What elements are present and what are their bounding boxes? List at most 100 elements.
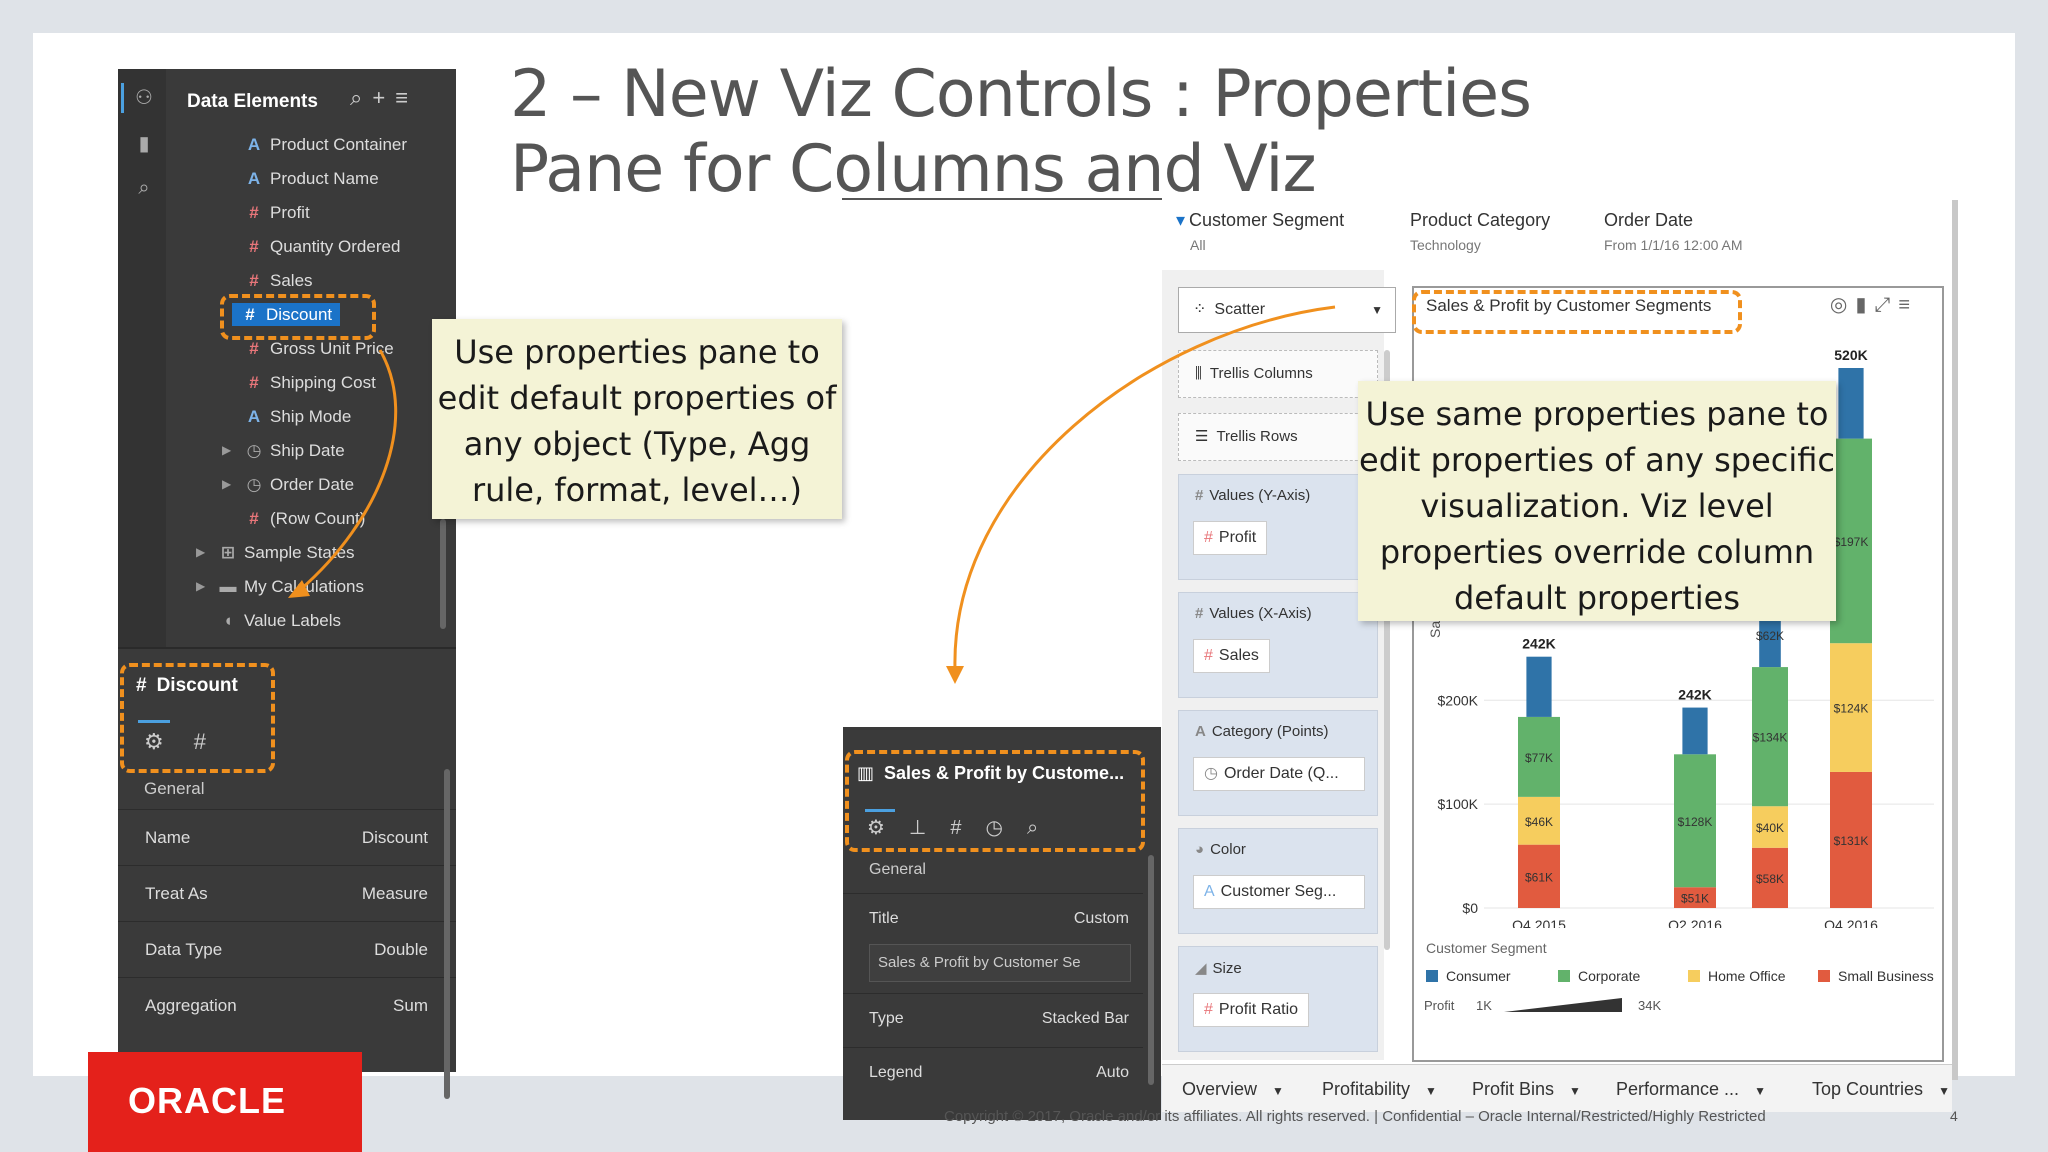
- tree-item[interactable]: # Sales: [244, 265, 313, 297]
- tree-item-label: Sales: [270, 271, 313, 290]
- data-icon[interactable]: ⚇: [132, 85, 156, 109]
- legend-item-small-business[interactable]: Small Business: [1818, 968, 1934, 984]
- drop-title: # Values (X-Axis): [1195, 605, 1312, 622]
- expand-arrow-icon[interactable]: ▶: [196, 545, 205, 559]
- add-icon[interactable]: +: [372, 85, 395, 110]
- props-scrollbar[interactable]: [444, 769, 450, 1099]
- tree-item[interactable]: # Profit: [244, 197, 309, 229]
- tree-item[interactable]: # Quantity Ordered: [244, 231, 400, 263]
- section-general: General: [144, 779, 205, 798]
- measure-icon: #: [249, 509, 259, 528]
- prop-value[interactable]: Double: [374, 940, 428, 960]
- legend-item-corporate[interactable]: Corporate: [1558, 968, 1640, 984]
- prop-row-type[interactable]: Type Stacked Bar: [843, 993, 1143, 1043]
- drop-label: Trellis Columns: [1209, 365, 1313, 382]
- prop-row-data-type[interactable]: Data Type Double: [118, 921, 456, 977]
- x-tick-label: Q4 2016: [1824, 917, 1878, 928]
- tree-item[interactable]: A Ship Mode: [244, 401, 351, 433]
- profit-pill[interactable]: # Profit: [1193, 521, 1268, 555]
- title-input[interactable]: Sales & Profit by Customer Se: [869, 944, 1131, 982]
- analytics-icon[interactable]: ⌕: [132, 177, 156, 201]
- tree-item[interactable]: ◷ Ship Date: [244, 435, 345, 467]
- pill-label: Sales: [1218, 647, 1259, 664]
- tab-performance[interactable]: Performance ... ▼: [1616, 1079, 1766, 1100]
- x-axis-drop[interactable]: # Values (X-Axis) # Sales: [1178, 592, 1378, 698]
- prop-value[interactable]: Custom: [1074, 910, 1129, 928]
- viz-type-label: Scatter: [1214, 301, 1266, 318]
- tree-item-label: Product Container: [270, 135, 408, 154]
- prop-value[interactable]: Discount: [362, 828, 428, 848]
- customer-segment-pill[interactable]: A Customer Seg...: [1193, 875, 1365, 909]
- filter-customer-segment[interactable]: ▾ Customer Segment All: [1176, 210, 1344, 253]
- visualizations-icon[interactable]: ▮: [132, 131, 156, 155]
- trellis-rows-drop[interactable]: ☰ Trellis Rows: [1178, 413, 1378, 461]
- tab-overview[interactable]: Overview ▼: [1182, 1079, 1284, 1100]
- profit-ratio-pill[interactable]: # Profit Ratio: [1193, 993, 1310, 1027]
- category-drop[interactable]: A Category (Points) ◷ Order Date (Q...: [1178, 710, 1378, 816]
- prop-row-legend[interactable]: Legend Auto: [843, 1047, 1143, 1097]
- tree-item[interactable]: A Product Name: [244, 163, 379, 195]
- legend-swatch: [1558, 970, 1570, 982]
- oracle-logo: ORACLE: [88, 1052, 362, 1152]
- prop-value[interactable]: Sum: [393, 996, 428, 1016]
- filter-product-category[interactable]: Product Category Technology: [1410, 210, 1550, 253]
- tree-item[interactable]: A Product Container: [244, 129, 407, 161]
- viz-props-scrollbar[interactable]: [1148, 855, 1154, 1085]
- title-line-2: Pane for Columns and Viz: [510, 132, 1317, 207]
- tab-profit-bins[interactable]: Profit Bins ▼: [1472, 1079, 1581, 1100]
- tag-icon: ◖: [222, 611, 234, 630]
- data-elements-header: Data Elements: [187, 91, 318, 112]
- tree-scrollbar[interactable]: [440, 519, 446, 629]
- prop-value[interactable]: Measure: [362, 884, 428, 904]
- highlight-discount-item: [220, 294, 376, 340]
- tree-item[interactable]: ◷ Order Date: [244, 469, 355, 501]
- side-rail: ⚇ ▮ ⌕: [118, 69, 166, 649]
- clock-icon: ◷: [1204, 765, 1218, 782]
- size-drop[interactable]: ◢ Size # Profit Ratio: [1178, 946, 1378, 1052]
- slide-title: 2 – New Viz Controls : Properties Pane f…: [510, 57, 1532, 207]
- prop-key: Aggregation: [145, 996, 237, 1015]
- y-axis-drop[interactable]: # Values (Y-Axis) # Profit: [1178, 474, 1378, 580]
- data-label: $134K: [1753, 731, 1788, 745]
- expand-arrow-icon[interactable]: ▶: [196, 579, 205, 593]
- prop-row-aggregation[interactable]: Aggregation Sum: [118, 977, 456, 1033]
- color-drop[interactable]: ◕ Color A Customer Seg...: [1178, 828, 1378, 934]
- prop-value[interactable]: Stacked Bar: [1042, 1010, 1129, 1028]
- filter-label: Order Date: [1604, 210, 1694, 230]
- drop-label: Color: [1210, 841, 1246, 858]
- tree-item[interactable]: ▬ My Calculations: [218, 571, 365, 603]
- total-label: 242K: [1678, 687, 1711, 703]
- tree-item[interactable]: ⊞ Sample States: [218, 537, 355, 569]
- tab-label: Top Countries: [1812, 1079, 1924, 1099]
- sales-pill[interactable]: # Sales: [1193, 639, 1270, 673]
- filter-bar: ▾ Customer Segment All Product Category Tec…: [1170, 210, 1950, 270]
- folder-icon: ▬: [219, 577, 237, 596]
- order-date-pill[interactable]: ◷ Order Date (Q...: [1193, 757, 1365, 791]
- tree-item[interactable]: # (Row Count): [244, 503, 365, 535]
- tab-profitability[interactable]: Profitability ▼: [1322, 1079, 1437, 1100]
- prop-row-name[interactable]: Name Discount: [118, 809, 456, 865]
- filter-order-date[interactable]: Order Date From 1/1/16 12:00 AM: [1604, 210, 1743, 253]
- expand-arrow-icon[interactable]: ▶: [222, 443, 231, 457]
- highlight-chart-title: [1412, 290, 1742, 334]
- legend-item-consumer[interactable]: Consumer: [1426, 968, 1511, 984]
- viz-type-select[interactable]: ⁘ Scatter ▼: [1178, 287, 1396, 333]
- prop-row-treat-as[interactable]: Treat As Measure: [118, 865, 456, 921]
- canvas-tabs: Overview ▼ Profitability ▼ Profit Bins ▼…: [1162, 1064, 1952, 1112]
- prop-value[interactable]: Auto: [1096, 1064, 1129, 1082]
- tree-item[interactable]: # Shipping Cost: [244, 367, 376, 399]
- title-line-1: 2 – New Viz Controls : Properties: [510, 57, 1532, 132]
- legend-item-home-office[interactable]: Home Office: [1688, 968, 1786, 984]
- slide-number: 4: [1950, 1108, 1958, 1124]
- expand-arrow-icon[interactable]: ▶: [222, 477, 231, 491]
- table-icon: ⊞: [220, 543, 236, 562]
- drop-title: A Category (Points): [1195, 723, 1329, 740]
- menu-icon[interactable]: ≡: [395, 85, 418, 110]
- search-icon[interactable]: ⌕: [350, 85, 372, 110]
- visualization-canvas: ▾ Customer Segment All Product Category Tec…: [1162, 200, 1958, 1112]
- data-label: $77K: [1525, 751, 1553, 765]
- tab-top-countries[interactable]: Top Countries ▼: [1812, 1079, 1950, 1100]
- hash-icon: #: [1195, 487, 1204, 504]
- trellis-columns-drop[interactable]: ⫼ Trellis Columns: [1178, 350, 1378, 398]
- tree-item[interactable]: ◖ Value Labels: [218, 605, 341, 637]
